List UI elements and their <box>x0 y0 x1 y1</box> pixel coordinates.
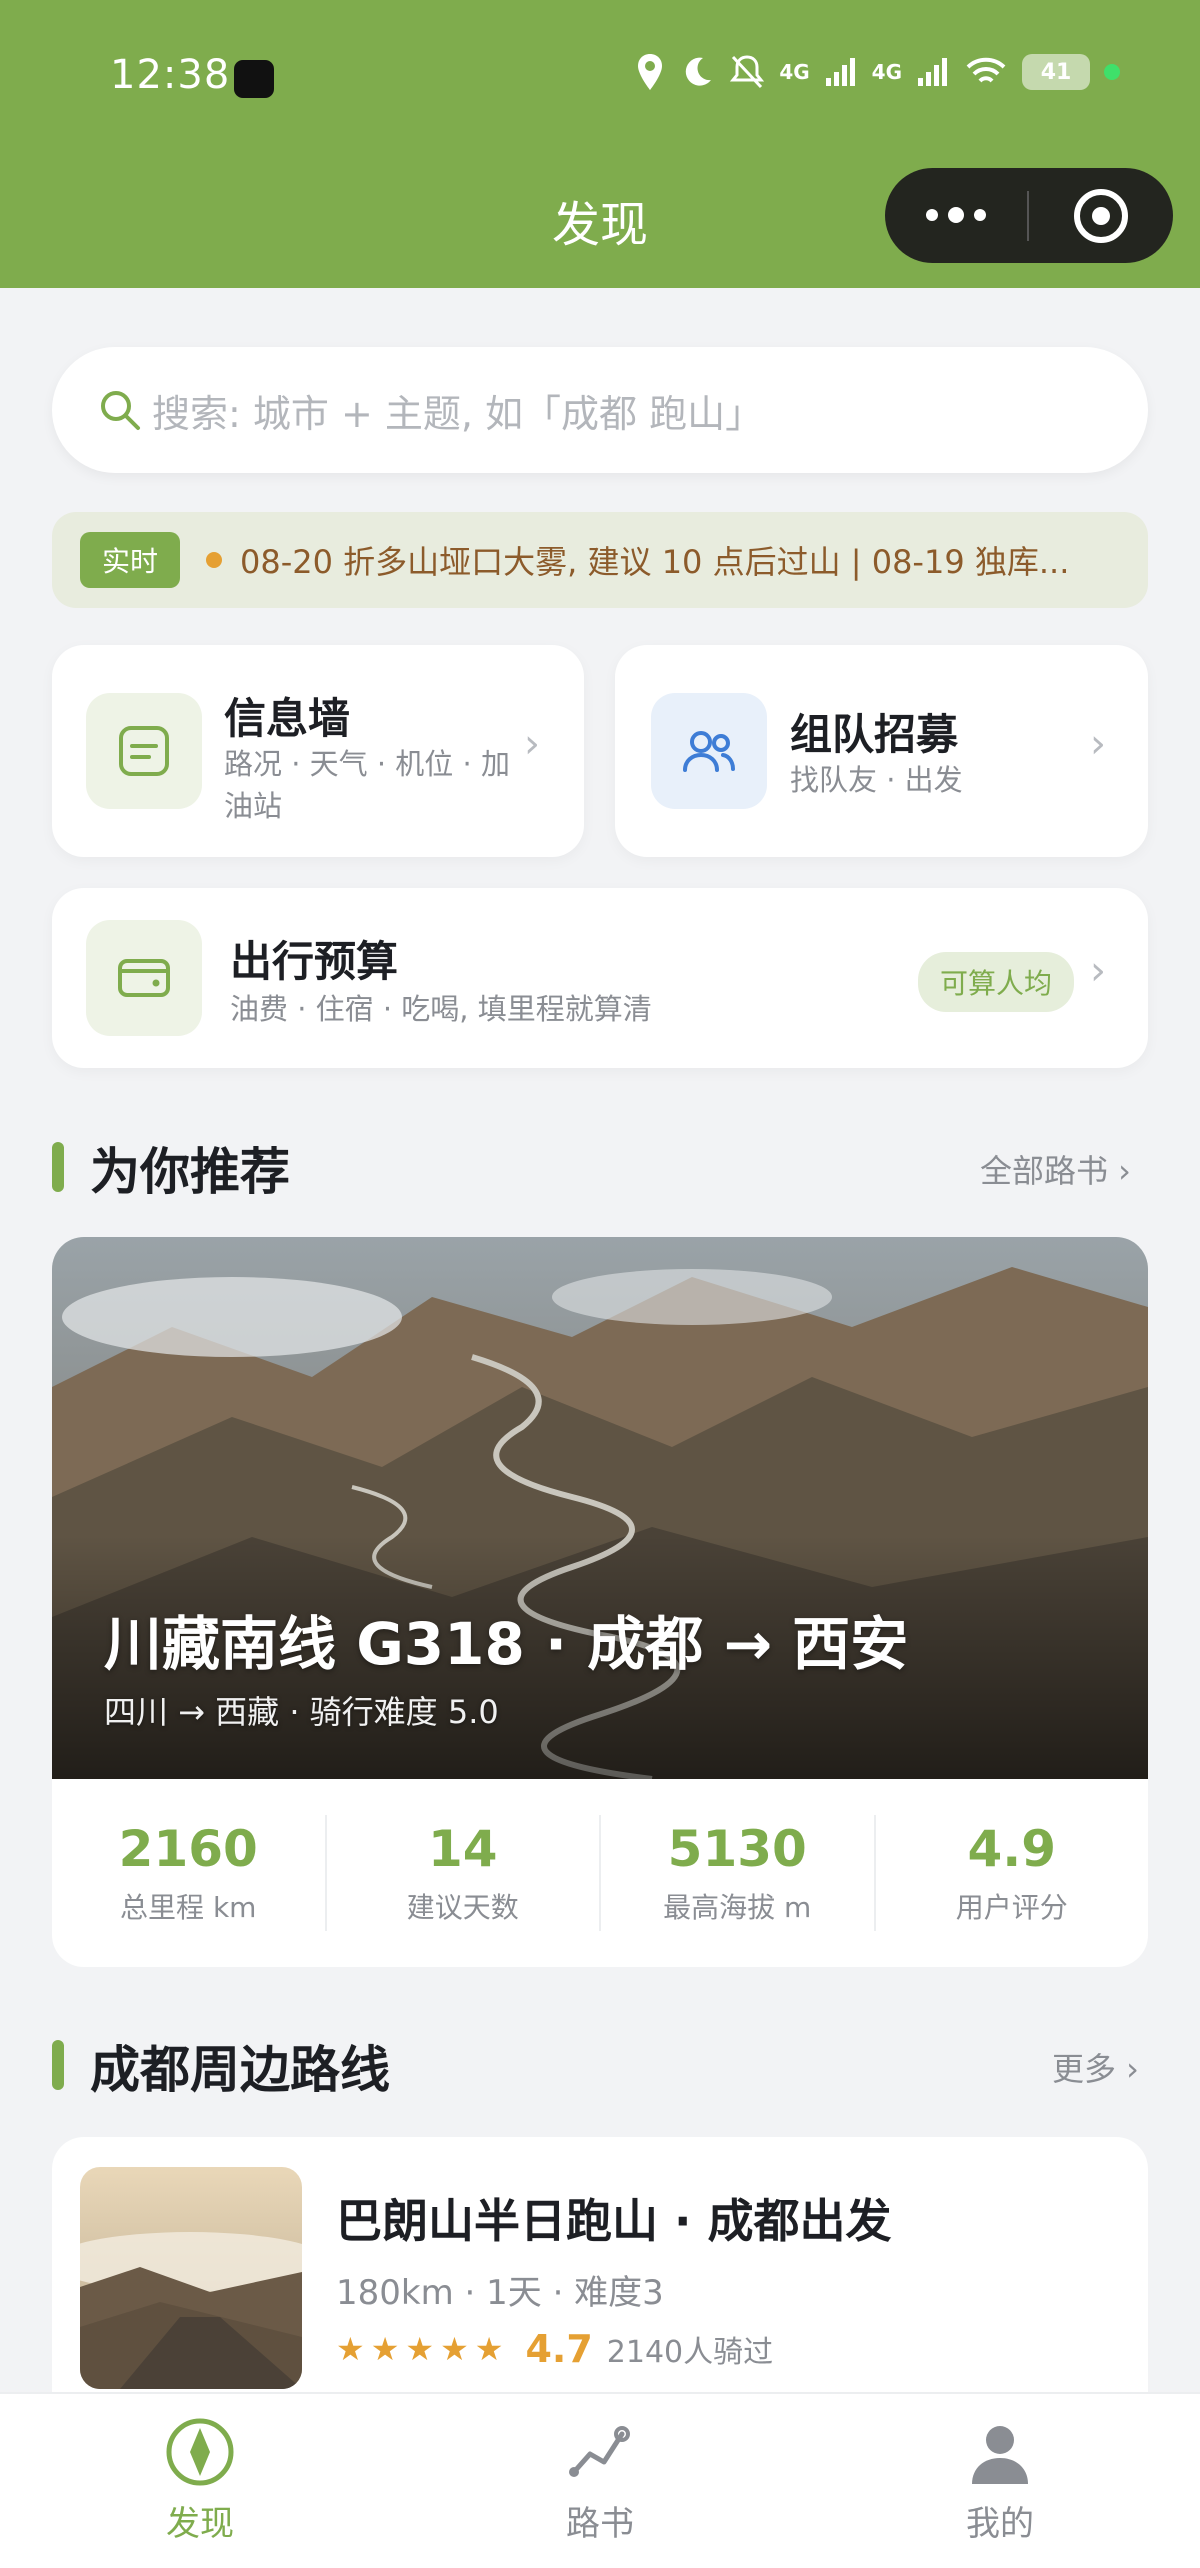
featured-route-subtitle: 四川 → 西藏 · 骑行难度 5.0 <box>104 1693 499 1731</box>
wallet-icon <box>86 920 202 1036</box>
section-accent-bar <box>52 1142 64 1192</box>
signal-icon <box>825 58 855 86</box>
info-wall-icon <box>86 693 202 809</box>
stat-label: 用户评分 <box>955 1891 1068 1924</box>
chevron-right-icon: › <box>1090 948 1106 994</box>
bottom-tab-bar: 发现 路书 我的 <box>0 2392 1200 2568</box>
budget-subtitle: 油费 · 住宿 · 吃喝, 填里程就算清 <box>230 992 652 1026</box>
live-tag: 实时 <box>80 532 181 588</box>
battery-indicator: 41 <box>1022 54 1090 90</box>
close-miniprogram-button[interactable] <box>1029 188 1173 243</box>
signal-icon <box>918 58 947 86</box>
ticker-dot <box>206 552 223 568</box>
section-accent-bar <box>52 2040 64 2090</box>
team-title: 组队招募 <box>790 710 959 759</box>
chevron-right-icon: › <box>524 721 540 767</box>
stat-distance: 2160 总里程 km <box>52 1815 327 1931</box>
stat-label: 最高海拔 m <box>663 1891 812 1924</box>
nearby-title: 成都周边路线 <box>90 2041 390 2099</box>
more-menu-button[interactable] <box>885 206 1027 223</box>
stat-label: 总里程 km <box>120 1891 257 1924</box>
stat-days: 14 建议天数 <box>327 1815 601 1931</box>
network-label-1: 4G <box>779 60 810 84</box>
info-wall-title: 信息墙 <box>224 694 351 743</box>
route-title: 巴朗山半日跑山 · 成都出发 <box>336 2194 892 2248</box>
location-icon <box>638 54 663 90</box>
featured-route-card[interactable]: 川藏南线 G318 · 成都 → 西安 四川 → 西藏 · 骑行难度 5.0 2… <box>52 1237 1148 1967</box>
network-label-2: 4G <box>871 60 902 84</box>
rating-value: 4.7 <box>525 2327 593 2371</box>
route-rating: ★★★★★ 4.7 2140人骑过 <box>336 2327 773 2371</box>
stat-altitude: 5130 最高海拔 m <box>601 1815 876 1931</box>
stat-value: 4.9 <box>967 1820 1057 1878</box>
user-icon <box>972 2426 1028 2484</box>
all-routes-link[interactable]: 全部路书 › <box>980 1146 1131 1192</box>
budget-title: 出行预算 <box>230 937 399 986</box>
tab-label: 发现 <box>166 2504 234 2544</box>
team-card[interactable]: 组队招募 找队友 · 出发 › <box>615 645 1148 857</box>
info-wall-card[interactable]: 信息墙 路况 · 天气 · 机位 · 加油站 › <box>52 645 584 857</box>
status-time: 12:38 <box>110 52 231 98</box>
ticker-text: 08-20 折多山垭口大雾, 建议 10 点后过山 | 08-19 独库... <box>240 543 1070 581</box>
route-meta: 180km · 1天 · 难度3 <box>336 2273 664 2313</box>
list-item[interactable]: 巴朗山半日跑山 · 成都出发 180km · 1天 · 难度3 ★★★★★ 4.… <box>52 2137 1148 2407</box>
app-notification-icon <box>234 60 274 98</box>
status-icons: 4G 4G 41 <box>635 52 1120 92</box>
search-input[interactable]: 搜索: 城市 + 主题, 如「成都 跑山」 <box>52 347 1148 473</box>
stat-value: 2160 <box>118 1820 258 1878</box>
tab-label: 路书 <box>566 2504 634 2544</box>
budget-card[interactable]: 出行预算 油费 · 住宿 · 吃喝, 填里程就算清 可算人均 › <box>52 888 1148 1068</box>
search-icon <box>101 391 140 430</box>
rider-count: 2140人骑过 <box>606 2335 774 2370</box>
target-icon <box>1074 188 1128 243</box>
miniprogram-capsule <box>885 168 1173 263</box>
info-wall-subtitle: 路况 · 天气 · 机位 · 加油站 <box>224 747 510 823</box>
search-placeholder: 搜索: 城市 + 主题, 如「成都 跑山」 <box>152 391 764 436</box>
stat-label: 建议天数 <box>406 1891 519 1924</box>
privacy-dot <box>1104 64 1120 80</box>
stat-value: 14 <box>427 1820 498 1878</box>
star-rating-icon: ★★★★★ <box>336 2330 510 2368</box>
budget-badge: 可算人均 <box>918 952 1075 1012</box>
tab-mine[interactable]: 我的 <box>800 2394 1200 2568</box>
live-ticker[interactable]: 实时 08-20 折多山垭口大雾, 建议 10 点后过山 | 08-19 独库.… <box>52 512 1148 608</box>
more-routes-link[interactable]: 更多 › <box>1052 2044 1139 2090</box>
tab-discover[interactable]: 发现 <box>0 2394 400 2568</box>
route-stats: 2160 总里程 km 14 建议天数 5130 最高海拔 m 4.9 用户评分 <box>52 1779 1148 1967</box>
chevron-right-icon: › <box>1090 721 1106 767</box>
team-subtitle: 找队友 · 出发 <box>790 763 963 797</box>
tab-label: 我的 <box>966 2504 1034 2544</box>
route-icon <box>569 2426 630 2477</box>
stat-value: 5130 <box>667 1820 807 1878</box>
featured-route-title: 川藏南线 G318 · 成都 → 西安 <box>104 1610 909 1678</box>
route-thumbnail <box>80 2167 302 2389</box>
mute-bell-icon <box>730 55 765 89</box>
compass-icon <box>166 2418 234 2486</box>
tab-routebook[interactable]: 路书 <box>400 2394 800 2568</box>
header-bar: 12:38 4G 4G 41 发现 <box>0 0 1200 288</box>
moon-icon <box>686 57 712 86</box>
stat-rating: 4.9 用户评分 <box>876 1815 1149 1931</box>
wifi-icon <box>966 57 1006 83</box>
recommend-title: 为你推荐 <box>90 1143 290 1201</box>
team-icon <box>651 693 767 809</box>
